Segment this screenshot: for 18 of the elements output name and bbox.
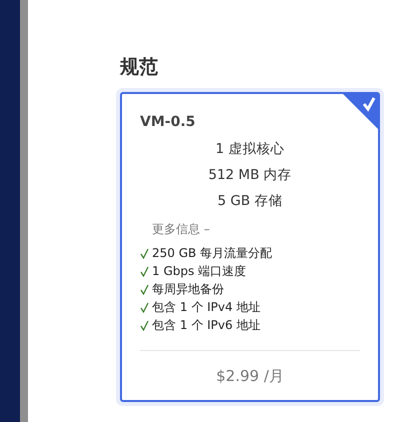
check-icon (140, 320, 149, 330)
selected-corner-icon (342, 93, 379, 130)
feature-text: 包含 1 个 IPv6 地址 (152, 317, 260, 333)
feature-text: 每周异地备份 (152, 281, 224, 297)
plan-name: VM-0.5 (140, 113, 196, 132)
section-title: 规范 (120, 55, 159, 80)
spec-text: 1 虚拟核心 (216, 140, 284, 159)
check-icon (140, 302, 149, 312)
feature-text: 250 GB 每月流量分配 (152, 245, 272, 261)
check-icon (140, 284, 149, 294)
feature-text: 1 Gbps 端口速度 (152, 263, 246, 279)
check-icon (140, 248, 149, 258)
check-icon (140, 266, 149, 276)
spec-text: 512 MB 内存 (208, 166, 292, 185)
more-info-link[interactable]: 更多信息 – (152, 222, 210, 236)
feature-text: 包含 1 个 IPv4 地址 (152, 299, 260, 315)
price-text: $2.99 /月 (216, 366, 284, 387)
spec-text: 5 GB 存储 (218, 192, 282, 211)
